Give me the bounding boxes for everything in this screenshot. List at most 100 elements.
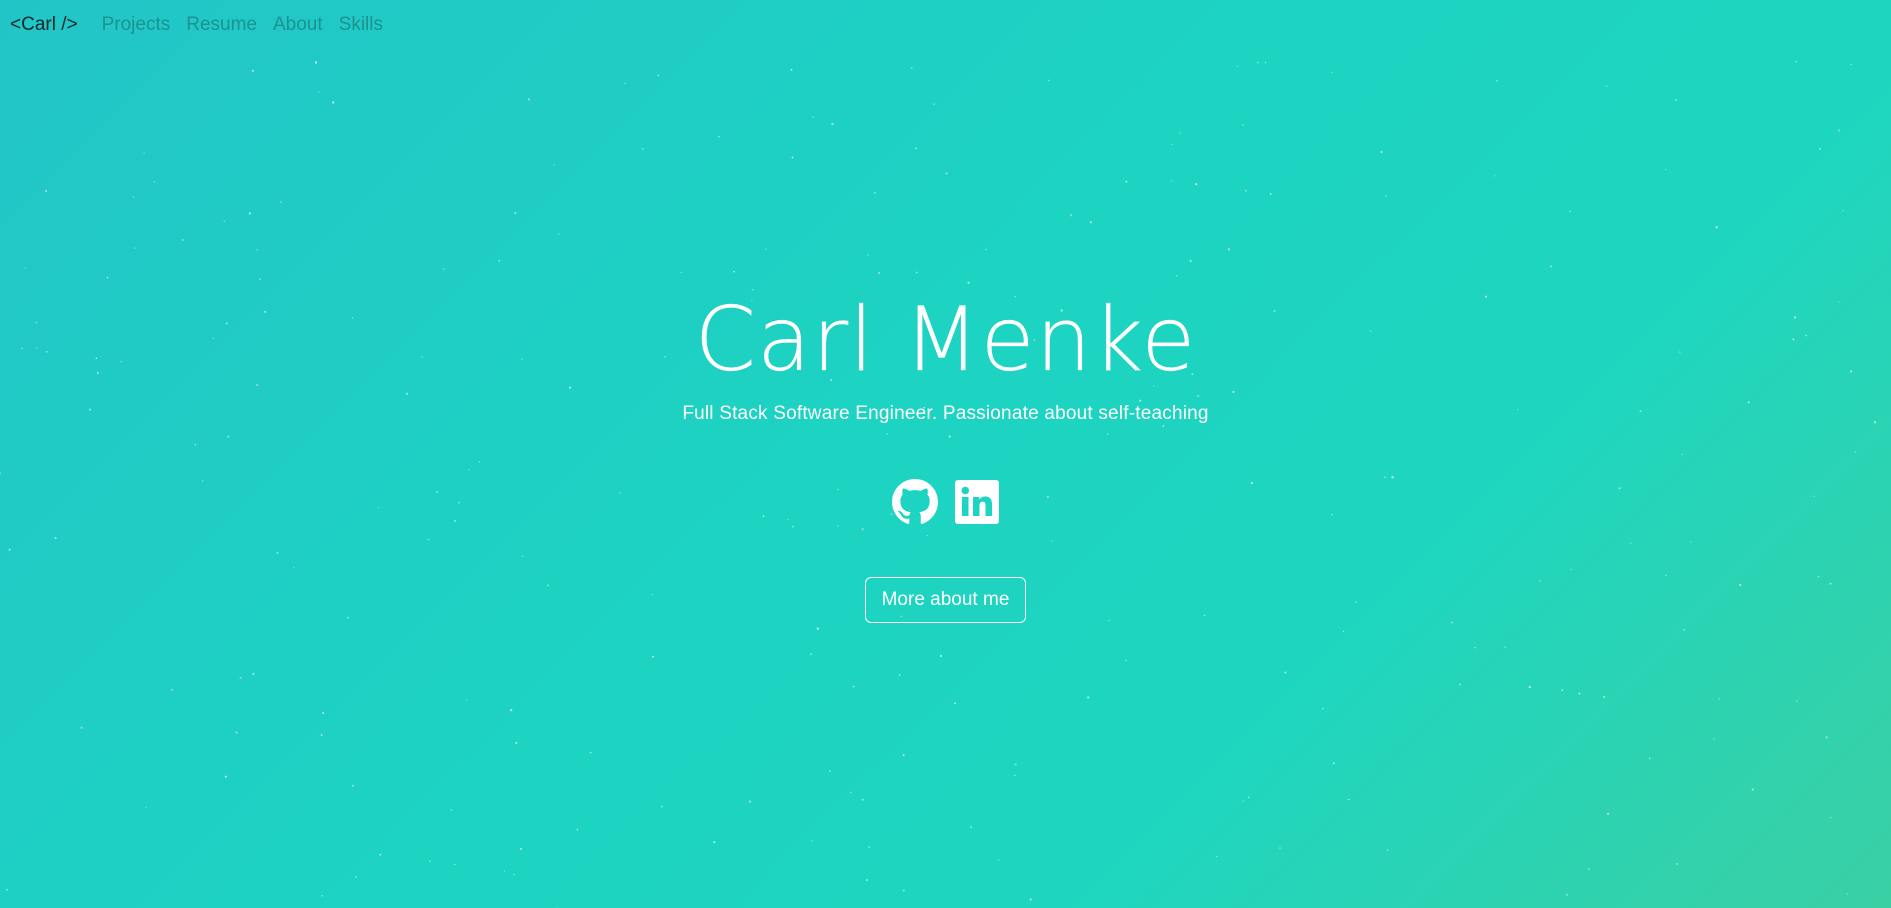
particle-dot: [660, 805, 663, 808]
particle-dot: [1089, 221, 1092, 224]
particle-dot: [1014, 774, 1016, 777]
particle-dot: [713, 841, 716, 844]
particle-dot: [1676, 863, 1678, 865]
nav-link-resume[interactable]: Resume: [186, 14, 257, 36]
particle-dot: [454, 863, 456, 866]
particle-dot: [1332, 762, 1335, 765]
github-link[interactable]: [891, 479, 938, 525]
social-links: [0, 479, 1891, 525]
particle-dot: [852, 685, 855, 688]
particle-dot: [520, 847, 522, 850]
particle-dot: [498, 259, 501, 262]
particle-dot: [1029, 898, 1032, 901]
particle-dot: [812, 116, 814, 118]
particle-dot: [1014, 763, 1017, 766]
particle-dot: [1125, 659, 1127, 662]
particle-dot: [315, 61, 318, 64]
particle-dot: [651, 655, 654, 658]
particle-dot: [1331, 71, 1333, 74]
particle-dot: [1578, 692, 1581, 695]
particle-dot: [1125, 180, 1128, 183]
hero-subtitle: Full Stack Software Engineer. Passionate…: [682, 403, 1209, 424]
particle-dot: [1380, 150, 1383, 154]
particle-dot: [80, 726, 83, 729]
particle-dot: [1171, 143, 1173, 145]
particle-dot: [874, 191, 876, 194]
particle-dot: [553, 164, 555, 166]
particle-dot: [1751, 788, 1754, 791]
particle-dot: [322, 711, 325, 715]
particle-dot: [1846, 893, 1849, 895]
particle-dot: [145, 806, 147, 808]
particle-dot: [1189, 259, 1192, 263]
particle-dot: [1347, 798, 1350, 801]
particle-dot: [1247, 796, 1250, 799]
particle-dot: [1603, 695, 1606, 698]
particle-dot: [969, 826, 973, 829]
particle-dot: [1284, 671, 1287, 674]
particle-dot: [878, 272, 881, 275]
particle-dot: [1385, 195, 1387, 197]
particle-dot: [1607, 812, 1610, 815]
particle-dot: [717, 135, 720, 138]
particle-dot: [809, 653, 812, 656]
particle-dot: [1087, 696, 1090, 699]
particle-dot: [1195, 183, 1198, 186]
particle-dot: [967, 281, 970, 284]
linkedin-icon: [954, 479, 1000, 525]
particle-dot: [355, 876, 357, 878]
particle-dot: [558, 233, 560, 235]
more-about-me-button[interactable]: More about me: [864, 577, 1027, 623]
particle-dot: [153, 181, 156, 183]
particle-dot: [641, 147, 644, 150]
particle-dot: [680, 271, 683, 274]
particle-dot: [811, 840, 813, 842]
particle-dot: [106, 276, 109, 279]
particle-dot: [1561, 689, 1564, 692]
particle-dot: [945, 172, 948, 175]
particle-dot: [514, 211, 517, 215]
particle-dot: [1458, 683, 1461, 686]
particle-dot: [791, 156, 794, 159]
particle-dot: [1713, 738, 1715, 740]
particle-dot: [45, 189, 48, 193]
particle-dot: [442, 268, 445, 270]
top-navbar: <Carl /> Projects Resume About Skills: [10, 14, 383, 36]
particle-dot: [816, 627, 819, 630]
particle-dot: [239, 676, 242, 679]
hero-title: Carl Menke: [694, 288, 1197, 391]
particle-dot: [235, 731, 238, 734]
linkedin-link[interactable]: [954, 479, 1000, 525]
particle-dot: [1715, 226, 1718, 229]
particle-dot: [1569, 210, 1571, 213]
particle-dot: [733, 270, 735, 273]
particle-dot: [1795, 60, 1798, 63]
particle-dot: [1170, 180, 1173, 182]
nav-link-projects[interactable]: Projects: [102, 14, 171, 36]
nav-link-skills[interactable]: Skills: [339, 14, 383, 36]
particle-dot: [915, 271, 918, 274]
particle-dot: [902, 754, 905, 757]
nav-link-about[interactable]: About: [273, 14, 323, 36]
particle-dot: [379, 853, 382, 856]
particle-dot: [624, 82, 626, 84]
particle-dot: [515, 741, 518, 744]
particle-dot: [939, 654, 943, 658]
particle-dot: [1496, 79, 1498, 82]
particle-dot: [1830, 816, 1832, 819]
particle-dot: [748, 800, 751, 803]
particle-dot: [1242, 124, 1245, 126]
particle-dot: [831, 122, 834, 126]
particle-dot: [248, 212, 251, 215]
particle-dot: [576, 828, 579, 831]
particle-dot: [181, 238, 184, 242]
particle-dot: [1566, 893, 1569, 896]
particle-dot: [466, 699, 468, 701]
particle-dot: [764, 248, 767, 251]
particle-dot: [280, 201, 282, 203]
particle-dot: [143, 152, 145, 154]
brand-logo[interactable]: <Carl />: [10, 14, 78, 36]
particle-dot: [1269, 193, 1272, 195]
particle-dot: [985, 248, 987, 251]
particle-dot: [1528, 685, 1531, 689]
